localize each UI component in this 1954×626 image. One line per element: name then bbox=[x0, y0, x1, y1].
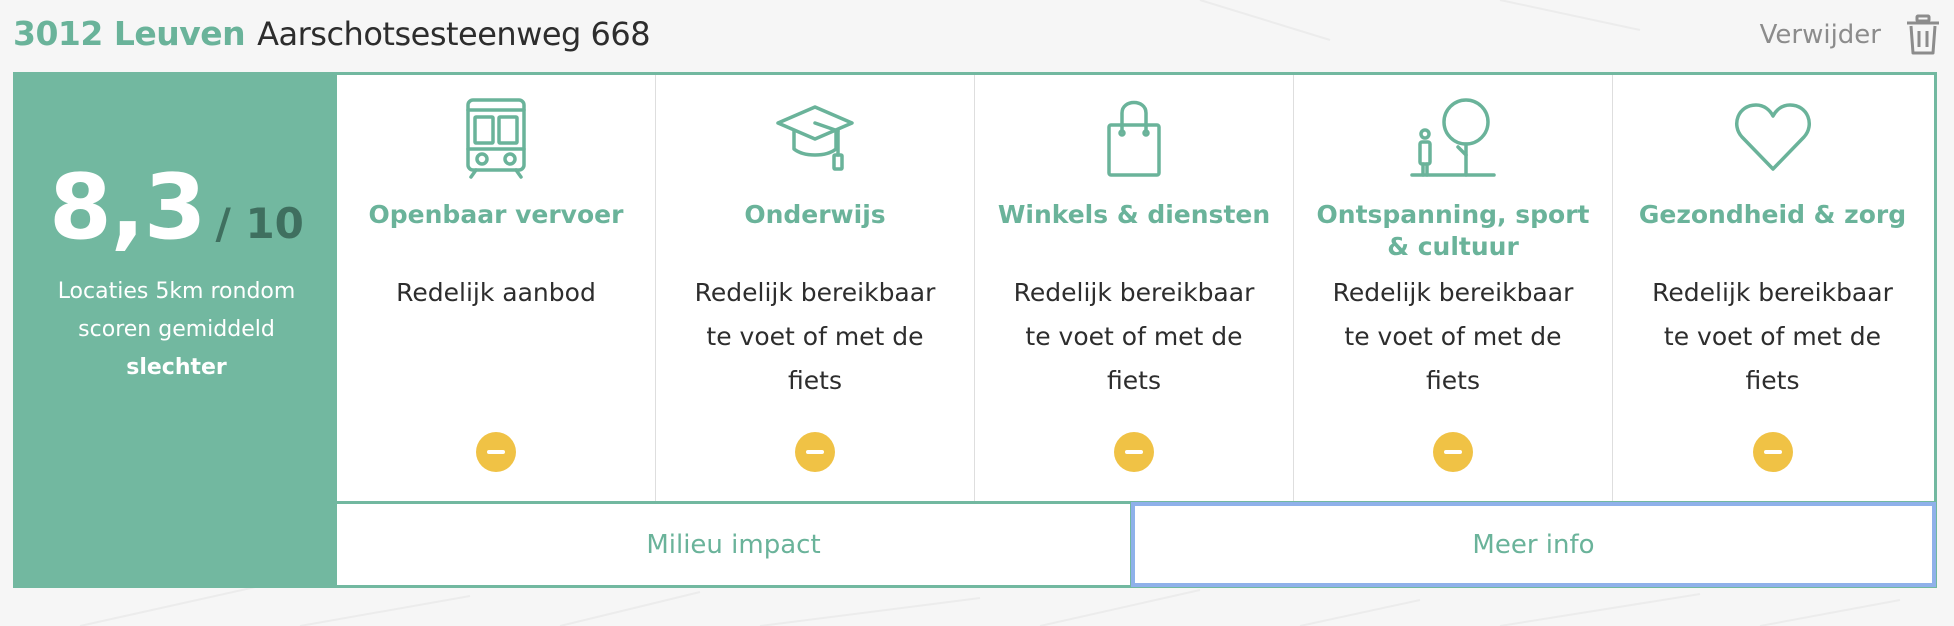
category-description: Redelijk bereikbaar te voet of met de fi… bbox=[1013, 278, 1255, 395]
category-gezondheid-zorg: Gezondheid & zorg Redelijk bereikbaar te… bbox=[1613, 75, 1932, 501]
category-title: Openbaar vervoer bbox=[368, 200, 624, 229]
category-title: Ontspanning, sport & cultuur bbox=[1316, 200, 1590, 261]
score-note-text: Locaties 5km rondom scoren gemiddeld bbox=[57, 279, 296, 342]
category-title: Onderwijs bbox=[744, 200, 886, 229]
delete-label: Verwijder bbox=[1759, 20, 1881, 50]
category-onderwijs: Onderwijs Redelijk bereikbaar te voet of… bbox=[656, 75, 975, 501]
shopping-bag-icon bbox=[1107, 100, 1161, 177]
milieu-impact-button[interactable]: Milieu impact bbox=[337, 504, 1133, 585]
category-description: Redelijk bereikbaar te voet of met de fi… bbox=[694, 278, 936, 395]
score-panel: 8,3/ 10 Locaties 5km rondom scoren gemid… bbox=[16, 75, 337, 585]
street-address: Aarschotsesteenweg 668 bbox=[257, 15, 651, 53]
neutral-badge-icon bbox=[1114, 432, 1154, 472]
neutral-badge-icon bbox=[795, 432, 835, 472]
score-note: Locaties 5km rondom scoren gemiddeld sle… bbox=[51, 273, 302, 387]
category-description: Redelijk bereikbaar te voet of met de fi… bbox=[1332, 278, 1574, 395]
category-title: Winkels & diensten bbox=[997, 200, 1271, 229]
category-list: Openbaar vervoer Redelijk aanbod Onderwi… bbox=[337, 75, 1934, 501]
score: 8,3/ 10 bbox=[16, 155, 337, 260]
category-openbaar-vervoer: Openbaar vervoer Redelijk aanbod bbox=[337, 75, 656, 501]
category-title: Gezondheid & zorg bbox=[1638, 200, 1907, 229]
trash-icon[interactable] bbox=[1905, 14, 1941, 56]
heart-icon bbox=[1734, 103, 1811, 171]
graduation-cap-icon bbox=[776, 105, 854, 171]
score-value: 8,3 bbox=[49, 155, 206, 260]
neutral-badge-icon bbox=[476, 432, 516, 472]
location-score-card: 8,3/ 10 Locaties 5km rondom scoren gemid… bbox=[13, 72, 1937, 588]
score-note-emphasis: slechter bbox=[126, 355, 227, 380]
category-winkels-diensten: Winkels & diensten Redelijk bereikbaar t… bbox=[975, 75, 1294, 501]
card-actions: Milieu impact Meer info bbox=[337, 501, 1936, 587]
address-line: 3012 Leuven Aarschotsesteenweg 668 bbox=[13, 14, 651, 53]
neutral-badge-icon bbox=[1752, 432, 1793, 472]
category-description: Redelijk aanbod bbox=[396, 278, 596, 307]
category-description: Redelijk bereikbaar te voet of met de fi… bbox=[1652, 278, 1893, 395]
bus-icon bbox=[466, 98, 526, 179]
neutral-badge-icon bbox=[1433, 432, 1473, 472]
postal-city: 3012 Leuven bbox=[13, 14, 246, 53]
score-max: / 10 bbox=[215, 199, 304, 248]
park-tree-icon bbox=[1410, 98, 1496, 177]
delete-button[interactable]: Verwijder bbox=[1760, 14, 1941, 56]
meer-info-button[interactable]: Meer info bbox=[1131, 502, 1936, 587]
category-ontspanning-sport-cultuur: Ontspanning, sport & cultuur Redelijk be… bbox=[1294, 75, 1613, 501]
address-header: 3012 Leuven Aarschotsesteenweg 668 Verwij… bbox=[13, 10, 1941, 60]
